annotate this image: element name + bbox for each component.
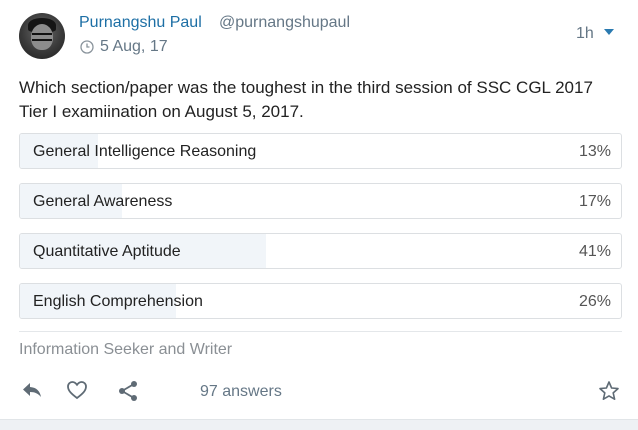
poll-option[interactable]: General Awareness 17% (19, 183, 622, 219)
share-icon[interactable] (117, 380, 139, 402)
poll-option-label: Quantitative Aptitude (33, 243, 181, 260)
star-icon[interactable] (598, 380, 620, 402)
author-bio: Information Seeker and Writer (19, 341, 233, 358)
poll-option[interactable]: English Comprehension 26% (19, 283, 622, 319)
action-bar: 97 answers (0, 375, 638, 409)
author-name[interactable]: Purnangshu Paul (79, 14, 202, 32)
heart-icon[interactable] (66, 380, 88, 400)
author-handle[interactable]: @purnangshupaul (219, 14, 350, 32)
poll-option-label: General Awareness (33, 193, 173, 210)
question-text: Which section/paper was the toughest in … (19, 78, 593, 121)
avatar-glasses (32, 33, 52, 41)
poll-option-percent: 26% (578, 293, 611, 310)
answers-count[interactable]: 97 answers (200, 383, 282, 401)
poll-option[interactable]: General Intelligence Reasoning 13% (19, 133, 622, 169)
clock-icon (80, 40, 94, 54)
poll-option-percent: 17% (578, 193, 611, 210)
post-date-text: 5 Aug, 17 (100, 38, 168, 55)
reply-icon[interactable] (21, 380, 43, 400)
poll-option-percent: 41% (578, 243, 611, 260)
poll-option[interactable]: Quantitative Aptitude 41% (19, 233, 622, 269)
time-ago: 1h (576, 25, 594, 42)
bottom-divider (0, 419, 638, 430)
post-date: 5 Aug, 17 (80, 38, 168, 56)
poll-option-label: English Comprehension (33, 293, 203, 310)
avatar[interactable] (19, 13, 65, 59)
poll-option-label: General Intelligence Reasoning (33, 143, 257, 160)
poll-option-percent: 13% (578, 143, 611, 160)
chevron-down-icon[interactable] (603, 27, 615, 37)
divider (19, 331, 622, 332)
